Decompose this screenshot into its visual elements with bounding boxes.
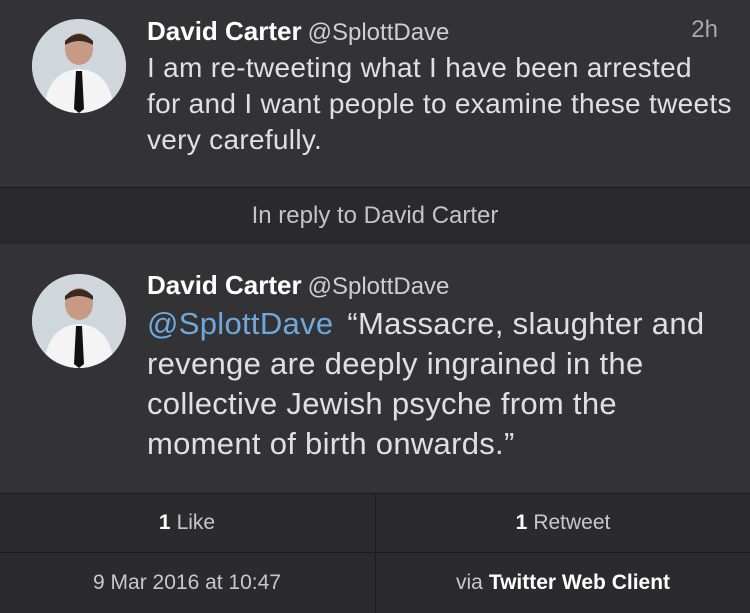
likes-label: Like (176, 511, 216, 534)
tweet-timestamp: 2h (691, 16, 718, 43)
tweet-source[interactable]: via Twitter Web Client (375, 553, 750, 613)
likes-count: 1 (158, 511, 171, 534)
retweets-count: 1 (515, 511, 528, 534)
reply-context[interactable]: In reply to David Carter (0, 187, 750, 245)
tweet-text: @SplottDave “Massacre, slaughter and reve… (147, 304, 732, 464)
via-prefix: via (455, 571, 483, 594)
engagement-stats: 1 Like 1 Retweet (0, 493, 750, 552)
avatar-image (32, 19, 126, 113)
author-name[interactable]: David Carter (147, 16, 302, 46)
retweets-label: Retweet (533, 511, 611, 534)
author-handle[interactable]: @SplottDave (308, 273, 450, 300)
tweet-text: I am re-tweeting what I have been arrest… (147, 52, 732, 155)
author-line: David Carter @SplottDave (147, 270, 449, 301)
author-handle[interactable]: @SplottDave (308, 19, 450, 46)
tweet-date: 9 Mar 2016 at 10:47 (93, 571, 281, 594)
mention-link[interactable]: @SplottDave (147, 306, 333, 341)
avatar[interactable] (32, 274, 126, 368)
avatar-image (32, 274, 126, 368)
client-name[interactable]: Twitter Web Client (489, 571, 670, 595)
tweet-meta: 9 Mar 2016 at 10:47 via Twitter Web Clien… (0, 552, 750, 613)
avatar[interactable] (32, 19, 126, 113)
likes-stat[interactable]: 1 Like (0, 494, 374, 552)
retweets-stat[interactable]: 1 Retweet (375, 494, 750, 552)
author-name[interactable]: David Carter (147, 270, 302, 300)
author-line: David Carter @SplottDave (147, 16, 449, 47)
